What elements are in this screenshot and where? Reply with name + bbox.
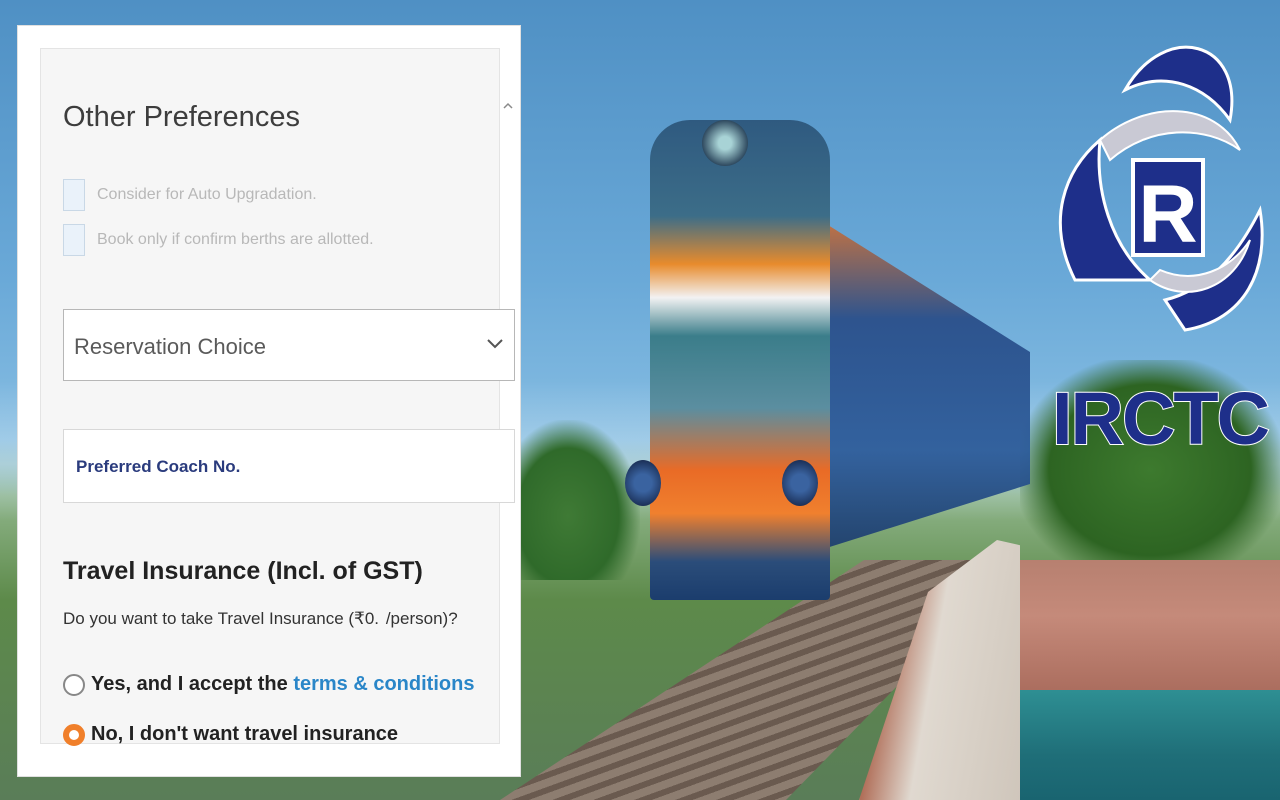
travel-insurance-question: Do you want to take Travel Insurance (₹0… [63, 609, 458, 628]
locomotive [650, 120, 830, 600]
section-title: Other Preferences [63, 101, 300, 133]
irctc-logo: R IRCTC [1050, 30, 1271, 460]
trees-left [520, 420, 640, 580]
locomotive-headlight [702, 120, 748, 166]
confirm-berths-row[interactable]: Book only if confirm berths are allotted… [63, 224, 374, 256]
other-preferences-section: Other Preferences Consider for Auto Upgr… [40, 48, 515, 746]
insurance-no-label: No, I don't want travel insurance [91, 723, 399, 745]
preferences-card: Other Preferences Consider for Auto Upgr… [18, 26, 520, 776]
confirm-berths-checkbox[interactable] [63, 224, 85, 256]
insurance-yes-radio[interactable] [63, 673, 85, 696]
chevron-up-icon[interactable] [501, 99, 515, 113]
locomotive-buffer-left [625, 460, 661, 506]
preferred-coach-placeholder: Preferred Coach No. [76, 457, 241, 476]
auto-upgradation-label: Consider for Auto Upgradation. [97, 186, 317, 203]
auto-upgradation-row[interactable]: Consider for Auto Upgradation. [63, 179, 317, 211]
brick-wall [1020, 560, 1280, 700]
insurance-no-radio[interactable] [63, 723, 85, 746]
irctc-logo-text: IRCTC [1051, 377, 1271, 460]
insurance-yes-option[interactable]: Yes, and I accept the terms & conditions [63, 673, 474, 696]
confirm-berths-label: Book only if confirm berths are allotted… [97, 231, 374, 248]
preferred-coach-input[interactable]: Preferred Coach No. [63, 429, 515, 503]
insurance-no-option[interactable]: No, I don't want travel insurance [63, 723, 398, 746]
terms-conditions-link[interactable]: terms & conditions [293, 673, 474, 695]
reservation-choice-select[interactable]: Reservation Choice [63, 309, 515, 381]
chevron-down-icon [487, 339, 503, 349]
svg-text:R: R [1138, 169, 1197, 260]
insurance-yes-label: Yes, and I accept the [91, 673, 294, 695]
irctc-logo-mark-icon: R [1058, 45, 1264, 332]
reservation-choice-value: Reservation Choice [74, 334, 266, 359]
auto-upgradation-checkbox[interactable] [63, 179, 85, 211]
travel-insurance-title: Travel Insurance (Incl. of GST) [63, 557, 423, 585]
canal-water [1010, 690, 1280, 800]
locomotive-buffer-right [782, 460, 818, 506]
